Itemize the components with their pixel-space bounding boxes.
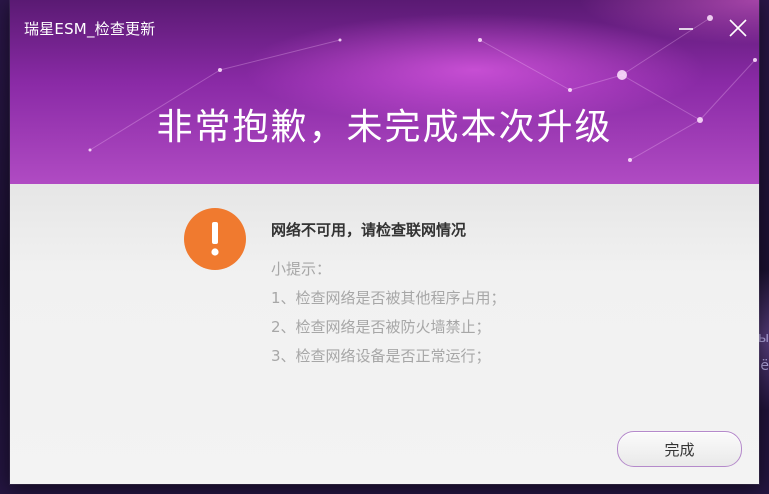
close-icon — [729, 19, 747, 37]
tip-item: 1、检查网络是否被其他程序占用； — [271, 289, 506, 307]
backdrop-fragment: ё — [760, 358, 769, 374]
backdrop-fragment: ы — [757, 330, 769, 346]
minimize-button[interactable] — [672, 14, 700, 42]
tip-item: 3、检查网络设备是否正常运行； — [271, 347, 491, 365]
message-panel: 网络不可用，请检查联网情况 小提示： 1、检查网络是否被其他程序占用； 2、检查… — [10, 184, 759, 484]
error-message: 网络不可用，请检查联网情况 — [271, 221, 467, 239]
exclamation-icon — [211, 222, 219, 256]
tips-heading: 小提示： — [271, 260, 332, 278]
window-title: 瑞星ESM_检查更新 — [24, 20, 156, 38]
update-dialog: 瑞星ESM_检查更新 非常抱歉，未完成本次升级 网络不可用，请检查联网情况 小提… — [10, 0, 759, 484]
dialog-header: 瑞星ESM_检查更新 非常抱歉，未完成本次升级 — [10, 0, 759, 184]
tip-item: 2、检查网络是否被防火墙禁止； — [271, 318, 491, 336]
close-button[interactable] — [724, 14, 752, 42]
tips-list: 小提示： 1、检查网络是否被其他程序占用； 2、检查网络是否被防火墙禁止； 3、… — [271, 255, 506, 371]
page-title: 非常抱歉，未完成本次升级 — [156, 107, 613, 148]
warning-icon — [184, 208, 246, 270]
finish-button[interactable]: 完成 — [617, 431, 742, 467]
minimize-icon — [679, 28, 693, 30]
